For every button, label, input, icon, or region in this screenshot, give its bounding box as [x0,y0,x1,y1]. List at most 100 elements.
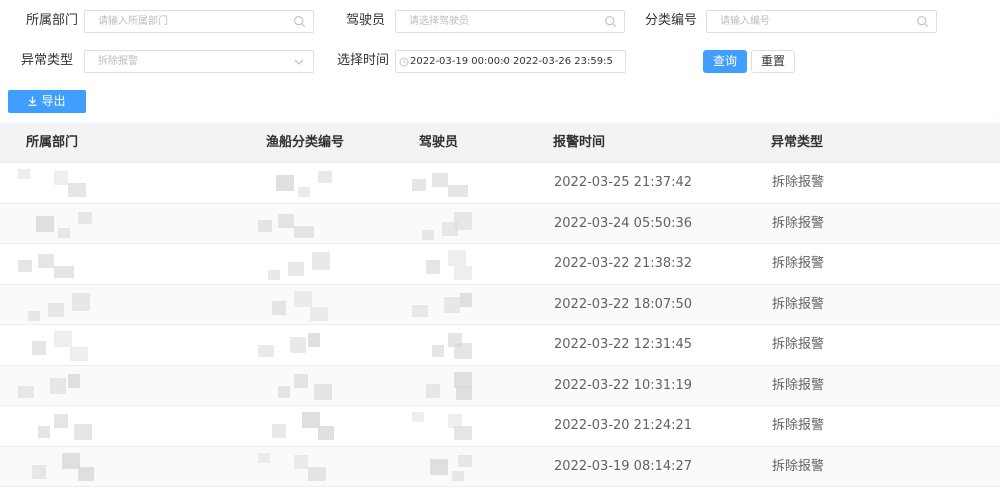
table-row[interactable]: 2022-03-19 08:14:27 拆除报警 [0,446,1000,487]
column-header-department[interactable]: 所属部门 [26,123,78,163]
redaction-block [38,254,54,268]
time-range-separator: - [502,56,506,67]
department-cell-redacted [18,169,178,199]
abnormal-type-cell: 拆除报警 [772,418,825,433]
table-row[interactable]: 2022-03-22 12:31:45 拆除报警 [0,325,1000,366]
table-header: 所属部门 渔船分类编号 驾驶员 报警时间 异常类型 [0,123,1000,163]
alarm-time-cell: 2022-03-22 12:31:45 [554,337,693,352]
redaction-block [314,383,332,400]
vessel-code-cell-redacted [258,210,338,240]
redaction-block [68,183,86,197]
redaction-block [74,424,92,440]
alarm-time-cell: 2022-03-22 10:31:19 [554,377,693,393]
column-header-alarm-time[interactable]: 报警时间 [553,123,605,163]
time-range-end[interactable]: 2022-03-26 23:59:5 [513,51,613,72]
department-input[interactable]: 请输入所属部门 [84,10,314,33]
table-row[interactable]: 2022-03-20 21:24:21 拆除报警 [0,406,1000,447]
redaction-block [272,300,286,315]
table-row[interactable]: 2022-03-22 10:31:19 拆除报警 [0,365,1000,406]
redaction-block [432,345,444,357]
redaction-block [444,296,460,313]
redaction-block [318,426,334,440]
vessel-code-cell-redacted [258,372,338,402]
vessel-code-cell-redacted [258,452,338,483]
abnormal-type-cell: 拆除报警 [772,377,825,393]
redaction-block [294,454,308,469]
vessel-code-cell-redacted [258,331,338,361]
column-header-abnormal-type[interactable]: 异常类型 [771,123,823,163]
redaction-block [290,337,306,353]
department-cell-redacted [18,291,178,321]
redaction-block [426,260,440,274]
redaction-block [288,262,304,276]
redaction-block [18,260,32,272]
department-cell-redacted [18,210,178,240]
redaction-block [412,412,424,422]
redaction-block [70,347,88,361]
abnormal-type-cell: 拆除报警 [772,256,825,271]
redaction-block [460,292,472,307]
department-label: 所属部门 [26,13,79,28]
table-row[interactable]: 2022-03-22 18:07:50 拆除报警 [0,284,1000,325]
redaction-block [458,454,472,467]
abnormal-type-label: 异常类型 [21,53,74,68]
abnormal-type-cell: 拆除报警 [772,296,825,312]
time-range-label: 选择时间 [337,53,390,68]
redaction-block [454,426,472,440]
column-header-vessel-code[interactable]: 渔船分类编号 [266,123,344,163]
department-cell-redacted [18,452,178,483]
category-code-placeholder: 请输入编号 [720,16,770,27]
redaction-block [422,229,434,240]
search-icon [605,16,617,28]
driver-cell-redacted [412,291,472,321]
department-cell-redacted [18,331,178,361]
redaction-block [294,373,308,388]
alarm-time-cell: 2022-03-25 21:37:42 [554,175,693,190]
clock-icon [399,57,409,67]
driver-cell-redacted [412,453,472,483]
redaction-block [54,171,68,185]
driver-cell-redacted [412,331,472,361]
reset-button[interactable]: 重置 [751,50,795,73]
search-icon [917,16,929,28]
redaction-block [312,252,330,270]
time-range-start[interactable]: 2022-03-19 00:00:0 [410,51,510,72]
alarm-time-cell: 2022-03-22 21:38:32 [554,256,693,271]
redaction-block [18,169,30,179]
department-cell-redacted [18,412,178,442]
download-icon [28,96,37,106]
driver-select[interactable]: 请选择驾驶员 [395,10,625,33]
export-button[interactable]: 导出 [8,90,86,113]
redaction-block [278,213,294,228]
redaction-block [54,331,72,347]
category-code-input[interactable]: 请输入编号 [706,10,937,33]
redaction-block [426,383,440,398]
driver-label: 驾驶员 [346,13,386,28]
redaction-block [72,292,90,311]
redaction-block [308,333,320,347]
redaction-block [432,173,448,187]
redaction-block [258,345,274,357]
table-row[interactable]: 2022-03-24 05:50:36 拆除报警 [0,203,1000,244]
vessel-code-cell-redacted [258,412,338,442]
redaction-block [298,187,310,197]
export-label: 导出 [41,94,66,108]
time-range-picker[interactable]: 2022-03-19 00:00:0 - 2022-03-26 23:59:5 [395,50,626,73]
redaction-block [412,304,428,317]
table-row[interactable]: 2022-03-22 21:38:32 拆除报警 [0,244,1000,285]
query-button[interactable]: 查询 [703,50,747,73]
redaction-block [268,270,280,280]
abnormal-type-select[interactable]: 拆除报警 [84,50,314,73]
redaction-block [448,185,468,197]
table-row[interactable]: 2022-03-25 21:37:42 拆除报警 [0,163,1000,204]
redaction-block [456,385,472,400]
redaction-block [454,266,472,280]
redaction-block [18,385,34,398]
redaction-block [448,250,466,266]
alarm-time-cell: 2022-03-22 18:07:50 [554,296,693,312]
column-header-driver[interactable]: 驾驶员 [419,123,458,163]
vessel-code-cell-redacted [258,169,338,199]
driver-cell-redacted [412,371,472,402]
abnormal-type-cell: 拆除报警 [772,175,825,190]
redaction-block [272,424,286,438]
